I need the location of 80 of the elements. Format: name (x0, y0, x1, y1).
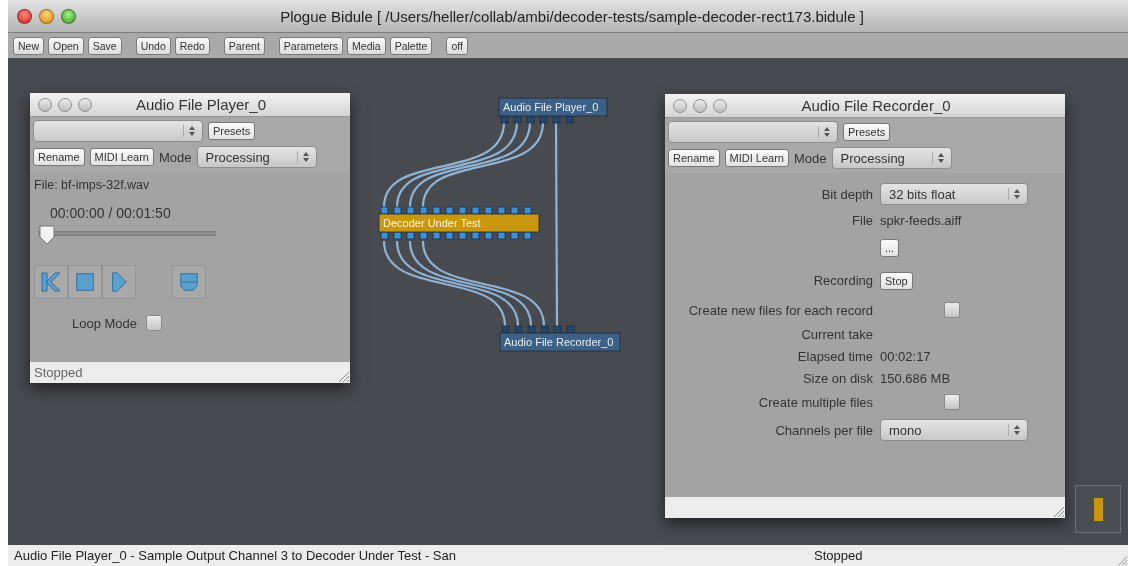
stop-button[interactable] (68, 265, 102, 299)
overview-panel[interactable] (1075, 485, 1121, 533)
zoom-button[interactable] (78, 97, 92, 112)
shield-icon (178, 271, 200, 293)
updown-arrows-icon (818, 126, 831, 138)
field-label: Create new files for each record (688, 302, 873, 318)
updown-arrows-icon (1008, 424, 1021, 436)
resize-grip-icon[interactable] (336, 369, 350, 383)
window-title: Plogue Bidule [ /Users/heller/collab/ambi/decoder-tests/sample-decoder-rect173.bidule ] (279, 7, 865, 25)
graph-node[interactable]: Audio File Player_0 (498, 97, 608, 117)
stop-icon (74, 271, 96, 293)
zoom-button[interactable] (713, 98, 727, 113)
marker-button[interactable] (172, 265, 206, 299)
overview-marker-icon (1093, 497, 1103, 521)
status-message: Audio File Player_0 - Sample Output Channel 3 to Decoder Under Test - San (13, 548, 457, 563)
field-button[interactable]: ... (880, 238, 900, 257)
window-title: Audio File Recorder_0 (800, 97, 952, 114)
slider-thumb[interactable] (38, 225, 56, 245)
updown-arrows-icon (183, 125, 196, 137)
presets-button[interactable]: Presets (843, 123, 891, 141)
presets-button[interactable]: Presets (208, 122, 256, 140)
field-label: Bit depth (821, 186, 873, 202)
midi-learn-button[interactable]: MIDI Learn (724, 149, 789, 167)
option-checkbox[interactable] (944, 302, 960, 318)
field-label: Elapsed time (797, 348, 873, 364)
minimize-button[interactable] (58, 97, 72, 112)
resize-grip-icon[interactable] (1051, 504, 1065, 518)
minimize-button[interactable] (39, 8, 54, 24)
toolbar-button[interactable]: Media (347, 36, 386, 55)
field-button[interactable]: Stop (880, 271, 913, 290)
close-button[interactable] (673, 98, 687, 113)
loop-mode-label: Loop Mode (72, 315, 138, 331)
toolbar-button[interactable]: Palette (389, 36, 433, 55)
status-state: Stopped (814, 548, 863, 563)
toolbar-button[interactable]: Redo (174, 36, 210, 55)
midi-learn-button[interactable]: MIDI Learn (89, 148, 154, 166)
field-value: 150.686 MB (880, 370, 951, 386)
field-label: File (852, 212, 873, 228)
time-display: 00:00:00 / 00:01:50 (50, 205, 171, 221)
field-label: Recording (813, 273, 873, 288)
rename-button[interactable]: Rename (33, 148, 85, 166)
file-name: File: bf-imps-32f.wav (34, 178, 150, 192)
field-label: Current take (801, 326, 873, 342)
minimize-button[interactable] (693, 98, 707, 113)
loop-mode-checkbox[interactable] (146, 315, 163, 331)
toolbar-button[interactable]: Save (87, 36, 122, 55)
toolbar-button[interactable]: New (13, 36, 44, 55)
mode-select[interactable]: Processing (196, 146, 317, 168)
mode-label: Mode (159, 149, 192, 165)
toolbar-button[interactable]: Undo (135, 36, 171, 55)
close-button[interactable] (38, 97, 52, 112)
mode-label: Mode (794, 150, 827, 166)
option-checkbox[interactable] (944, 394, 960, 410)
toolbar-button[interactable]: off (446, 36, 468, 55)
window-title: Audio File Player_0 (134, 96, 268, 113)
updown-arrows-icon (1008, 188, 1021, 200)
skip-back-icon (39, 270, 63, 294)
play-button[interactable] (102, 265, 136, 299)
preset-select[interactable] (33, 120, 203, 142)
updown-arrows-icon (931, 152, 945, 164)
resize-grip-icon[interactable] (1116, 554, 1128, 566)
toolbar-button[interactable]: Parameters (278, 36, 344, 55)
mode-select[interactable]: Processing (831, 147, 952, 169)
updown-arrows-icon (296, 151, 310, 163)
value-select[interactable]: 32 bits float (880, 183, 1028, 205)
field-label: Channels per file (775, 422, 873, 438)
toolbar-button[interactable]: Parent (223, 36, 265, 55)
field-value: spkr-feeds.aiff (880, 212, 962, 228)
field-label: Create multiple files (758, 394, 873, 410)
field-value: 00:02:17 (880, 348, 931, 364)
toolbar-button[interactable]: Open (48, 36, 84, 55)
graph-node[interactable]: Audio File Recorder_0 (499, 332, 621, 352)
rename-button[interactable]: Rename (668, 149, 720, 167)
preset-select[interactable] (668, 121, 838, 143)
rewind-button[interactable] (34, 265, 68, 299)
field-label: Size on disk (802, 370, 873, 386)
zoom-button[interactable] (61, 8, 76, 24)
close-button[interactable] (17, 8, 32, 24)
value-select[interactable]: mono (880, 419, 1028, 441)
status-text: Stopped (34, 365, 83, 380)
